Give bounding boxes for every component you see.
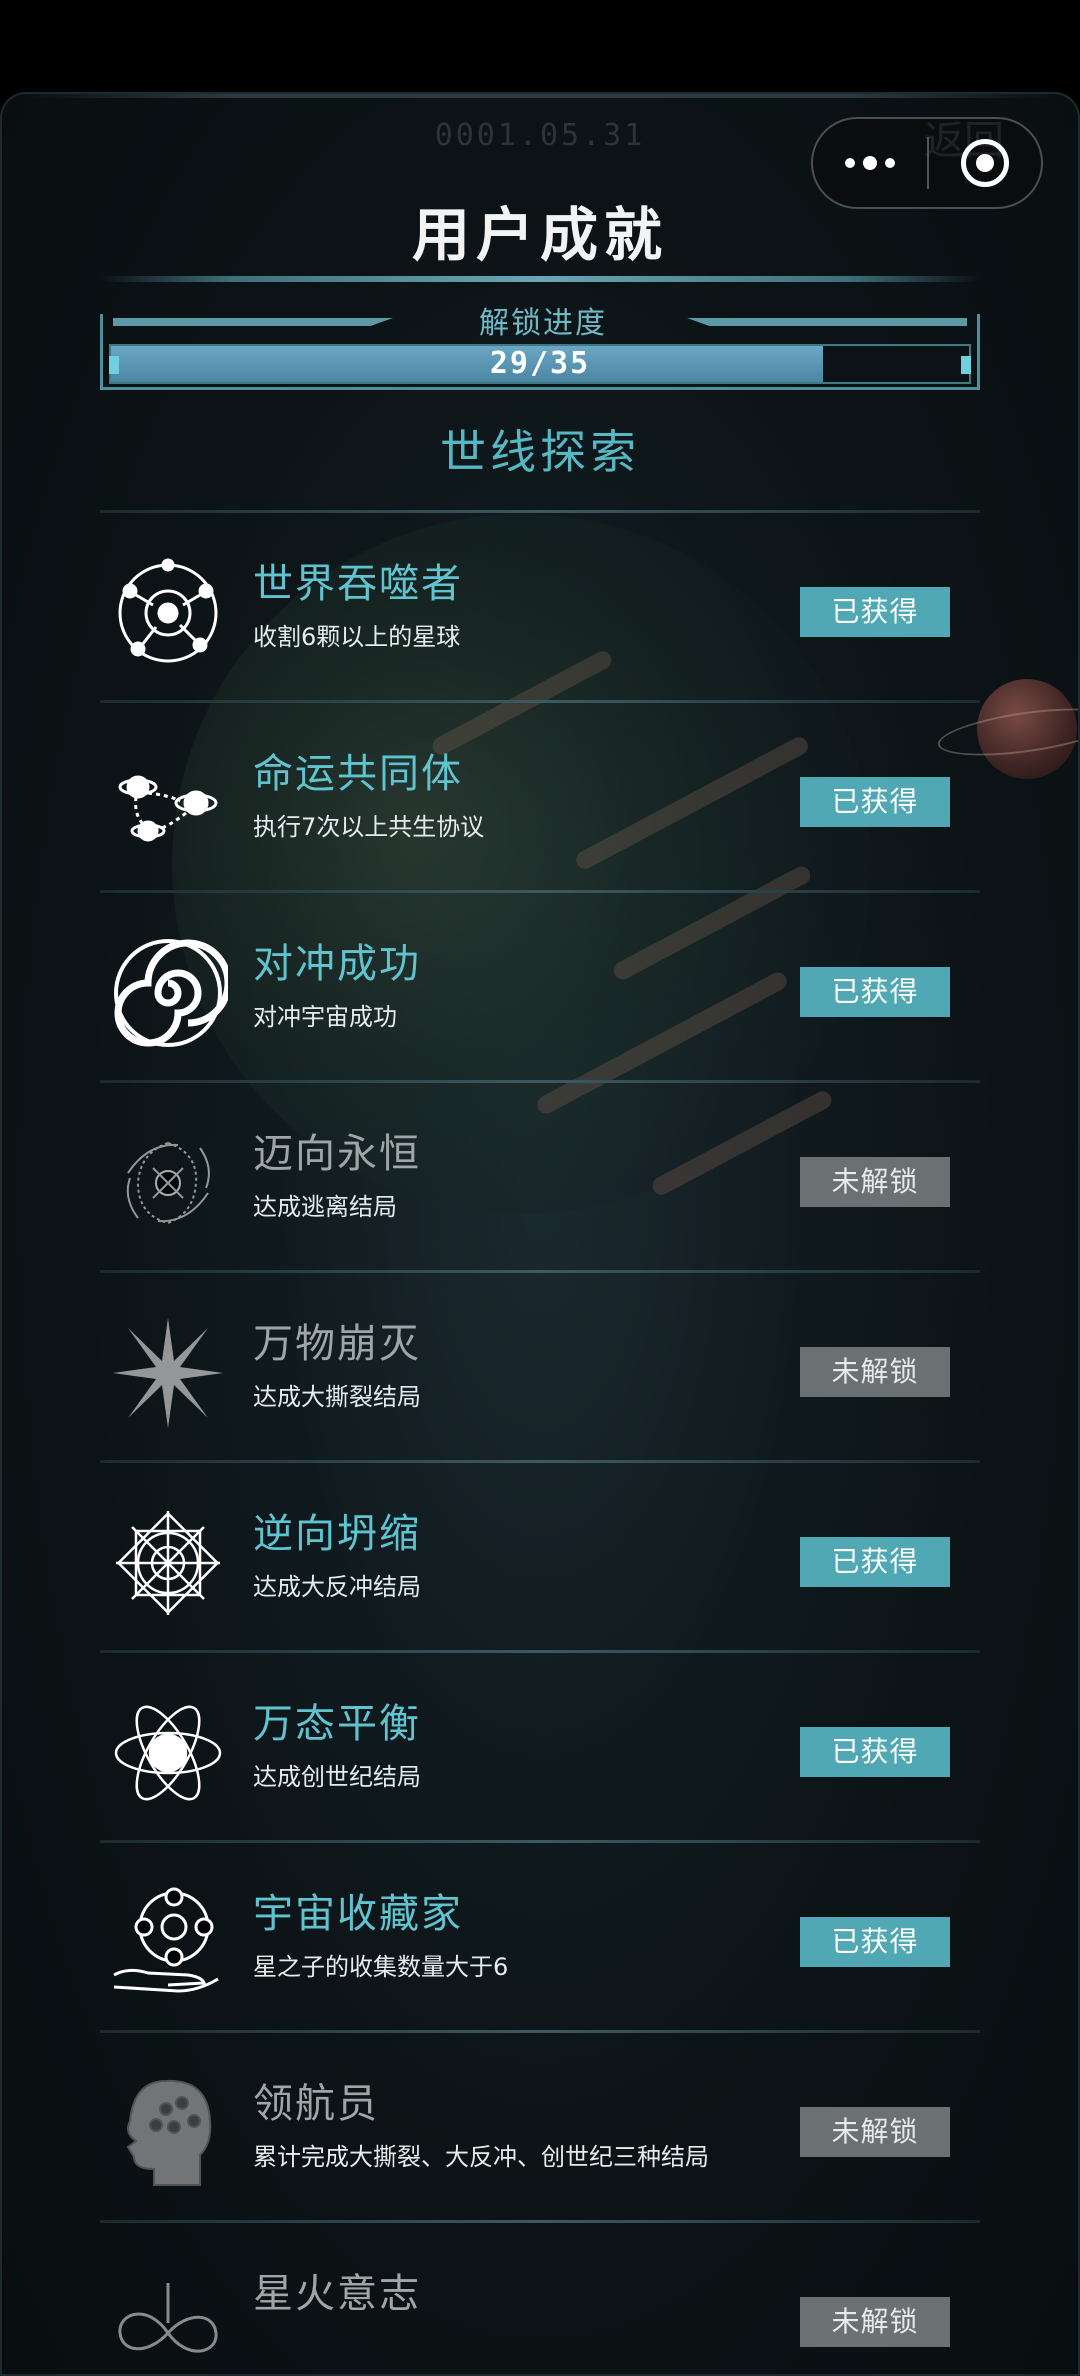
progress-label: 解锁进度 [479,306,607,341]
close-target-icon [961,139,1009,187]
achievement-status-badge: 未解锁 [800,1157,950,1207]
title-divider [100,276,980,282]
achievement-name: 迈向永恒 [253,1131,421,1177]
progress-text: 29/35 [489,346,591,381]
atom-orbit-icon [108,1693,228,1813]
achievement-status-badge: 已获得 [800,967,950,1017]
achievement-desc: 达成逃离结局 [253,1193,397,1221]
more-dot-icon [885,158,895,168]
achievement-row[interactable]: 对冲成功对冲宇宙成功 已获得 [100,893,980,1083]
achievement-name: 命运共同体 [253,751,463,797]
achievement-desc: 达成创世纪结局 [253,1763,421,1791]
achievement-status-badge: 未解锁 [800,2297,950,2347]
achievement-name: 万物崩灭 [253,1321,421,1367]
achievement-desc: 对冲宇宙成功 [253,1003,397,1031]
achievement-row[interactable]: 迈向永恒达成逃离结局 未解锁 [100,1083,980,1273]
achievement-name: 对冲成功 [253,941,421,987]
burst-icon [108,1313,228,1433]
achievement-status-badge: 已获得 [800,587,950,637]
achievement-row[interactable]: 逆向坍缩达成大反冲结局 已获得 [100,1463,980,1653]
mandala-icon [108,1503,228,1623]
achievement-desc: 累计完成大撕裂、大反冲、创世纪三种结局 [253,2143,709,2171]
brain-head-icon [108,2073,228,2193]
achievement-row[interactable]: 世界吞噬者收割6颗以上的星球 已获得 [100,513,980,703]
sphere-hand-icon [108,1883,228,2003]
achievement-desc: 达成大撕裂结局 [253,1383,421,1411]
spiral-vortex-icon [108,933,232,1053]
page-title: 用户成就 [411,201,668,269]
achievement-row[interactable]: 命运共同体执行7次以上共生协议 已获得 [100,703,980,893]
linked-planets-icon [108,743,228,863]
achievement-desc: 收割6颗以上的星球 [253,623,461,651]
achievement-desc: 执行7次以上共生协议 [253,813,485,841]
achievement-name: 领航员 [253,2081,379,2127]
more-dot-icon [845,158,855,168]
section-title: 世线探索 [440,425,640,479]
achievement-status-badge: 未解锁 [800,2107,950,2157]
achievement-desc: 星之子的收集数量大于6 [253,1953,509,1981]
achievement-name: 星火意志 [253,2271,421,2317]
achievement-desc: 达成大反冲结局 [253,1573,421,1601]
achievement-name: 宇宙收藏家 [253,1891,463,1937]
achievement-status-badge: 已获得 [800,1917,950,1967]
achievement-row[interactable]: 领航员累计完成大撕裂、大反冲、创世纪三种结局 未解锁 [100,2033,980,2223]
progress-track: 29/35 [109,344,971,384]
planet-orbit-icon [108,553,228,673]
achievement-row[interactable]: 宇宙收藏家星之子的收集数量大于6 已获得 [100,1843,980,2033]
achievement-name: 逆向坍缩 [253,1511,421,1557]
achievement-row[interactable]: 万态平衡达成创世纪结局 已获得 [100,1653,980,1843]
achievement-name: 万态平衡 [253,1701,421,1747]
more-dot-icon [863,156,877,170]
achievement-row[interactable]: 星火意志未解锁 [100,2223,980,2376]
achievement-list: 世界吞噬者 收割6颗以上的星球 已获得 命运共同体 执行7次以上共生协议 已获得 对冲成功对… [100,513,980,2376]
black-hole-icon [108,1123,228,1243]
achievement-row[interactable]: 万物崩灭达成大撕裂结局 未解锁 [100,1273,980,1463]
status-bar [0,0,1080,92]
infinity-icon [108,2263,228,2376]
achievement-status-badge: 已获得 [800,777,950,827]
unlock-progress: 解锁进度 29/35 [100,306,980,390]
achievement-status-badge: 未解锁 [800,1347,950,1397]
achievement-status-badge: 已获得 [800,1727,950,1777]
achievement-name: 世界吞噬者 [253,561,463,607]
achievement-status-badge: 已获得 [800,1537,950,1587]
